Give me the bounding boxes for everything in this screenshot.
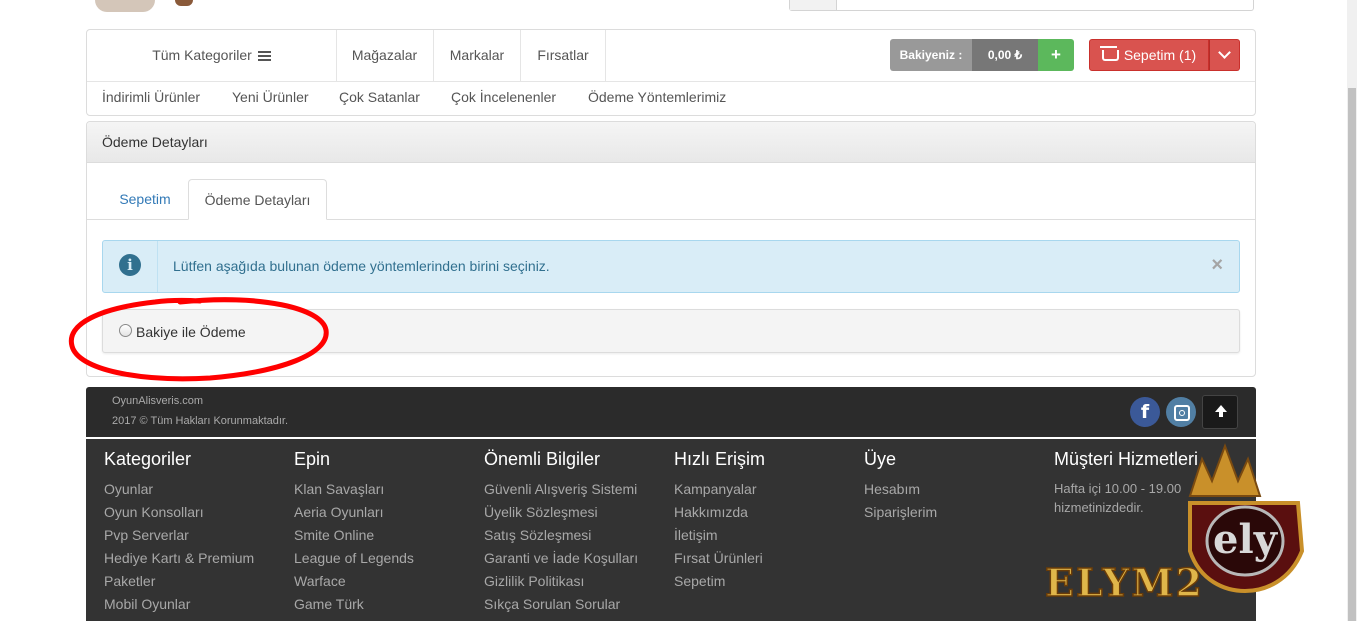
page-scrollbar[interactable] <box>1347 0 1357 621</box>
scroll-top-button[interactable] <box>1202 395 1238 429</box>
alert-message: Lütfen aşağıda bulunan ödeme yöntemlerin… <box>173 258 550 274</box>
footer-link[interactable]: Sepetim <box>674 573 725 589</box>
main-nav: Tüm Kategoriler Mağazalar Markalar Fırsa… <box>86 29 1256 116</box>
footer-link[interactable]: Warface <box>294 573 346 589</box>
all-categories-label: Tüm Kategoriler <box>152 47 252 63</box>
facebook-icon[interactable]: f <box>1130 397 1160 427</box>
panel-title: Ödeme Detayları <box>102 134 208 150</box>
cart-label: Sepetim (1) <box>1123 47 1197 63</box>
watermark-text: ELYM2 <box>1045 560 1204 605</box>
info-icon: i <box>119 254 141 276</box>
close-icon[interactable]: × <box>1211 254 1223 277</box>
footer-col-title: Önemli Bilgiler <box>484 449 601 469</box>
footer-link[interactable]: Mobil Oyunlar <box>104 596 190 612</box>
footer-link[interactable]: Sıkça Sorulan Sorular <box>484 596 620 612</box>
footer-link[interactable]: Garanti ve İade Koşulları <box>484 550 638 566</box>
footer-link[interactable]: Gizlilik Politikası <box>484 573 584 589</box>
panel-header: Ödeme Detayları <box>87 122 1255 163</box>
logo-graphic <box>95 0 155 12</box>
footer-link[interactable]: Smite Online <box>294 527 374 543</box>
footer-col-title: Üye <box>864 449 897 469</box>
footer-link[interactable]: Klan Savaşları <box>294 481 384 497</box>
footer-top-bar: OyunAlisveris.com 2017 © Tüm Hakları Kor… <box>86 387 1256 437</box>
footer-link[interactable]: Oyun Konsolları <box>104 504 204 520</box>
instagram-icon[interactable] <box>1166 397 1196 427</box>
nav-link-brands[interactable]: Markalar <box>434 30 521 81</box>
sublink-payment-methods[interactable]: Ödeme Yöntemlerimiz <box>588 89 726 105</box>
footer-link[interactable]: Pvp Serverlar <box>104 527 189 543</box>
footer-link[interactable]: Güvenli Alışveriş Sistemi <box>484 481 637 497</box>
footer-link[interactable]: Oyunlar <box>104 481 153 497</box>
info-alert: i Lütfen aşağıda bulunan ödeme yöntemler… <box>102 240 1240 293</box>
footer-link[interactable]: Paketler <box>104 573 155 589</box>
sublink-most-viewed[interactable]: Çok İncelenenler <box>451 89 556 105</box>
basket-icon <box>1099 45 1119 61</box>
footer-site-name: OyunAlisveris.com <box>112 395 204 407</box>
cart-dropdown-toggle[interactable] <box>1209 39 1240 71</box>
nav-link-label: Mağazalar <box>351 47 418 63</box>
footer-link[interactable]: Siparişlerim <box>864 504 937 520</box>
chevron-down-icon <box>1218 46 1231 59</box>
footer-link[interactable]: Fırsat Ürünleri <box>674 550 763 566</box>
nav-link-deals[interactable]: Fırsatlar <box>521 30 606 81</box>
footer-copyright: 2017 © Tüm Hakları Korunmaktadır. <box>112 415 289 427</box>
footer-link[interactable]: Aeria Oyunları <box>294 504 383 520</box>
add-balance-button[interactable]: + <box>1038 39 1074 71</box>
footer-col-title: Kategoriler <box>104 449 192 469</box>
footer-link[interactable]: Üyelik Sözleşmesi <box>484 504 598 520</box>
cart-button[interactable]: Sepetim (1) <box>1089 39 1209 71</box>
tab-cart[interactable]: Sepetim <box>103 179 187 219</box>
search-category-addon[interactable] <box>790 0 837 10</box>
footer-link[interactable]: Satış Sözleşmesi <box>484 527 591 543</box>
footer-link[interactable]: İletişim <box>674 527 718 543</box>
arrow-up-icon <box>1215 405 1227 417</box>
search-bar[interactable] <box>789 0 1254 11</box>
footer-link[interactable]: League of Legends <box>294 550 414 566</box>
sublink-discounted[interactable]: İndirimli Ürünler <box>102 89 200 105</box>
sublink-best-sellers[interactable]: Çok Satanlar <box>339 89 420 105</box>
all-categories-menu[interactable]: Tüm Kategoriler <box>87 30 337 81</box>
nav-link-label: Markalar <box>449 47 505 63</box>
site-logo[interactable] <box>95 0 395 14</box>
sublink-new-products[interactable]: Yeni Ürünler <box>232 89 309 105</box>
scrollbar-thumb[interactable] <box>1348 88 1356 621</box>
nav-link-stores[interactable]: Mağazalar <box>336 30 434 81</box>
footer-link[interactable]: Hediye Kartı & Premium <box>104 550 254 566</box>
footer-link[interactable]: Hesabım <box>864 481 920 497</box>
crown-emblem-icon: ely <box>1188 443 1305 594</box>
balance-label: Bakiyeniz : <box>890 39 972 71</box>
hamburger-icon <box>257 49 271 63</box>
watermark-monogram: ely <box>1213 516 1279 563</box>
footer-col-title: Epin <box>294 449 331 469</box>
red-circle-annotation <box>68 297 329 382</box>
elym2-watermark-logo: ely ELYM2 <box>1044 443 1305 606</box>
footer-link[interactable]: Kampanyalar <box>674 481 757 497</box>
alert-icon-box: i <box>103 241 158 292</box>
footer-col-title: Hızlı Erişim <box>674 449 765 469</box>
nav-link-label: Fırsatlar <box>537 47 589 63</box>
tab-payment-details[interactable]: Ödeme Detayları <box>188 179 327 220</box>
nav-row: Tüm Kategoriler Mağazalar Markalar Fırsa… <box>87 30 1255 82</box>
footer-link[interactable]: Hakkımızda <box>674 504 748 520</box>
balance-value: 0,00 ₺ <box>972 39 1038 71</box>
footer-link[interactable]: Game Türk <box>294 596 364 612</box>
logo-mark <box>175 0 193 6</box>
